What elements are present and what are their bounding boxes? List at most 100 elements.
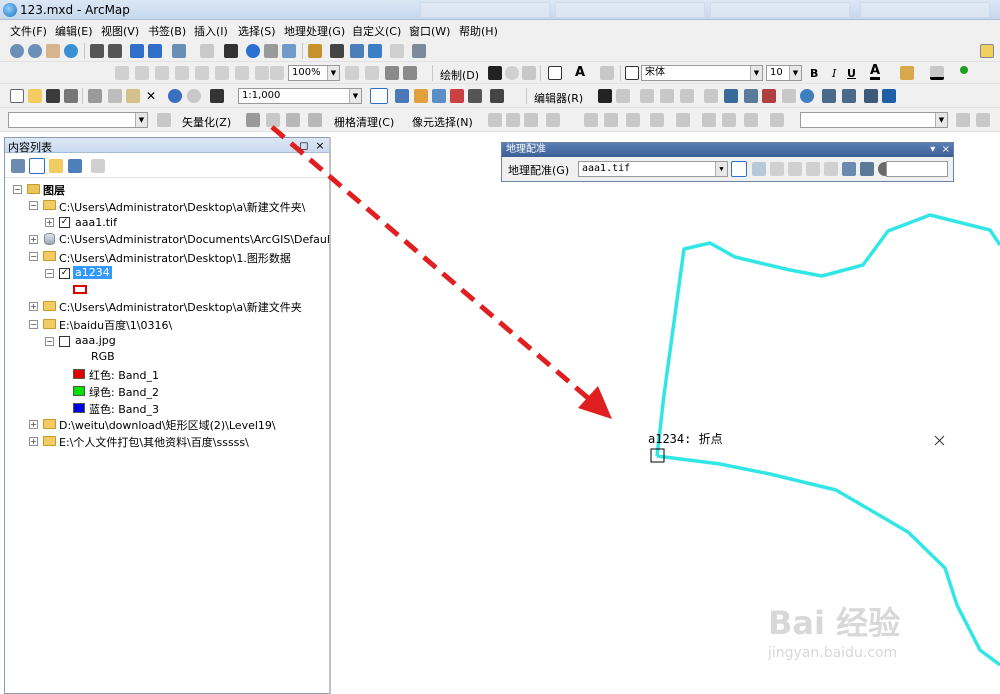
marker-color-icon[interactable] — [960, 66, 968, 74]
toc-layer-aaa1[interactable]: aaa1.tif — [75, 216, 117, 229]
toc-layer-aaa-jpg[interactable]: aaa.jpg — [75, 334, 116, 347]
create-viewer-icon[interactable] — [412, 44, 426, 58]
vectorize-menu[interactable]: 矢量化(Z) — [182, 114, 231, 130]
go-to-xy-icon[interactable] — [368, 44, 382, 58]
select-link-icon[interactable] — [770, 162, 784, 176]
fixed-zoom-icon[interactable] — [215, 66, 229, 80]
editor-menu[interactable]: 编辑器(R) — [534, 90, 583, 106]
pixel-selection-menu[interactable]: 像元选择(N) — [412, 114, 473, 130]
list-by-selection-icon[interactable] — [68, 159, 82, 173]
split-tool-icon[interactable] — [782, 89, 796, 103]
clear-selection-icon[interactable] — [200, 44, 214, 58]
new-document-icon[interactable] — [10, 89, 24, 103]
toc-source-folder[interactable]: E:\个人文件打包\其他资料\百度\sssss\ — [59, 434, 249, 450]
create-features-icon[interactable] — [864, 89, 878, 103]
attributes-icon[interactable] — [822, 89, 836, 103]
text-tool-icon[interactable]: A — [575, 65, 585, 80]
edit-vertices-icon[interactable] — [600, 66, 614, 80]
go-forward-icon[interactable] — [270, 66, 284, 80]
rotate-icon[interactable] — [505, 66, 519, 80]
magic-eraser-icon[interactable] — [722, 113, 736, 127]
expand-toggle[interactable]: + — [29, 420, 38, 429]
toc-source-folder[interactable]: C:\Users\Administrator\Documents\ArcGIS\… — [59, 233, 359, 246]
cleanup-icon[interactable] — [770, 113, 784, 127]
list-by-source-icon[interactable] — [29, 158, 45, 174]
list-by-visibility-icon[interactable] — [49, 159, 63, 173]
menu-bookmarks[interactable]: 书签(B) — [148, 23, 186, 39]
zoom-out-icon[interactable] — [28, 44, 42, 58]
raster-cleanup-menu[interactable]: 栅格清理(C) — [334, 114, 394, 130]
select-elements-icon[interactable] — [488, 66, 502, 80]
time-slider-icon[interactable] — [390, 44, 404, 58]
edit-annotation-icon[interactable] — [616, 89, 630, 103]
delete-link-icon[interactable] — [806, 162, 820, 176]
menu-edit[interactable]: 编辑(E) — [55, 23, 93, 39]
expand-toggle[interactable]: − — [29, 252, 38, 261]
open-folder-icon[interactable] — [28, 89, 42, 103]
find-icon[interactable] — [330, 44, 344, 58]
change-layout-icon[interactable] — [385, 66, 399, 80]
rotation-angle-input[interactable] — [886, 161, 948, 177]
toolbar-options-icon[interactable] — [980, 44, 994, 58]
rectangle-icon[interactable] — [548, 66, 562, 80]
menu-windows[interactable]: 窗口(W) — [409, 23, 450, 39]
print-icon[interactable] — [64, 89, 78, 103]
erase-line-icon[interactable] — [676, 113, 690, 127]
polygon-symbol-icon[interactable] — [73, 285, 87, 294]
chevron-down-icon[interactable]: ▼ — [789, 66, 801, 80]
undo-icon[interactable] — [168, 89, 182, 103]
draw-menu[interactable]: 绘制(D) — [440, 67, 479, 83]
end-point-arc-icon[interactable] — [660, 89, 674, 103]
edit-vertices-icon[interactable] — [724, 89, 738, 103]
expand-toggle[interactable]: + — [29, 302, 38, 311]
band-swatch-green[interactable] — [73, 386, 85, 396]
underline-button[interactable]: U — [847, 67, 856, 80]
zoom-to-selected-icon[interactable] — [522, 66, 536, 80]
fixed-zoom-icon[interactable] — [235, 66, 249, 80]
zoom-percent-combo[interactable]: 100% ▼ — [288, 65, 340, 81]
eraser-icon[interactable] — [702, 113, 716, 127]
chevron-down-icon[interactable]: ▼ — [750, 66, 762, 80]
graph-tool-icon[interactable] — [956, 113, 970, 127]
expand-toggle[interactable]: − — [29, 201, 38, 210]
toc-layer-a1234[interactable]: a1234 — [73, 266, 112, 279]
menu-help[interactable]: 帮助(H) — [459, 23, 498, 39]
html-popup-icon[interactable] — [282, 44, 296, 58]
menu-customize[interactable]: 自定义(C) — [352, 23, 401, 39]
bold-button[interactable]: B — [810, 67, 818, 80]
sketch-properties-icon[interactable] — [842, 89, 856, 103]
focus-data-frame-icon[interactable] — [365, 66, 379, 80]
vectorize-pen-icon[interactable] — [286, 113, 300, 127]
redo-icon[interactable] — [187, 89, 201, 103]
zoom-100-icon[interactable] — [195, 66, 209, 80]
select-elements-icon[interactable] — [224, 44, 238, 58]
fixed-zoom-in-icon[interactable] — [90, 44, 104, 58]
line-color-icon[interactable] — [930, 66, 944, 80]
data-driven-pages-icon[interactable] — [403, 66, 417, 80]
expand-toggle[interactable]: + — [29, 437, 38, 446]
swap-icon[interactable] — [744, 113, 758, 127]
zoom-whole-page-icon[interactable] — [175, 66, 189, 80]
cut-polygons-icon[interactable] — [762, 89, 776, 103]
georef-dropdown-button[interactable]: ▾ — [930, 144, 935, 155]
find-route-icon[interactable] — [350, 44, 364, 58]
menu-geoprocessing[interactable]: 地理处理(G) — [284, 23, 345, 39]
view-link-table-icon[interactable] — [842, 162, 856, 176]
rotate-georef-icon[interactable] — [824, 162, 838, 176]
trace-icon[interactable] — [680, 89, 694, 103]
select-features-icon[interactable] — [172, 44, 186, 58]
full-extent-icon[interactable] — [64, 44, 78, 58]
font-size-combo[interactable]: 10 ▼ — [766, 65, 802, 81]
menu-file[interactable]: 文件(F) — [10, 23, 47, 39]
toc-options-icon[interactable] — [91, 159, 105, 173]
italic-button[interactable]: I — [832, 67, 836, 80]
pan-icon[interactable] — [46, 44, 60, 58]
layer-visibility-checkbox[interactable]: ✓ — [59, 268, 70, 279]
vectorization-trace-icon[interactable] — [266, 113, 280, 127]
fill-icon[interactable] — [626, 113, 640, 127]
pixel-counter-icon[interactable] — [546, 113, 560, 127]
toc-source-folder[interactable]: C:\Users\Administrator\Desktop\1.图形数据 — [59, 250, 291, 266]
straight-segment-icon[interactable] — [640, 89, 654, 103]
toc-source-folder[interactable]: E:\baidu百度\1\0316\ — [59, 317, 172, 333]
forward-extent-icon[interactable] — [148, 44, 162, 58]
